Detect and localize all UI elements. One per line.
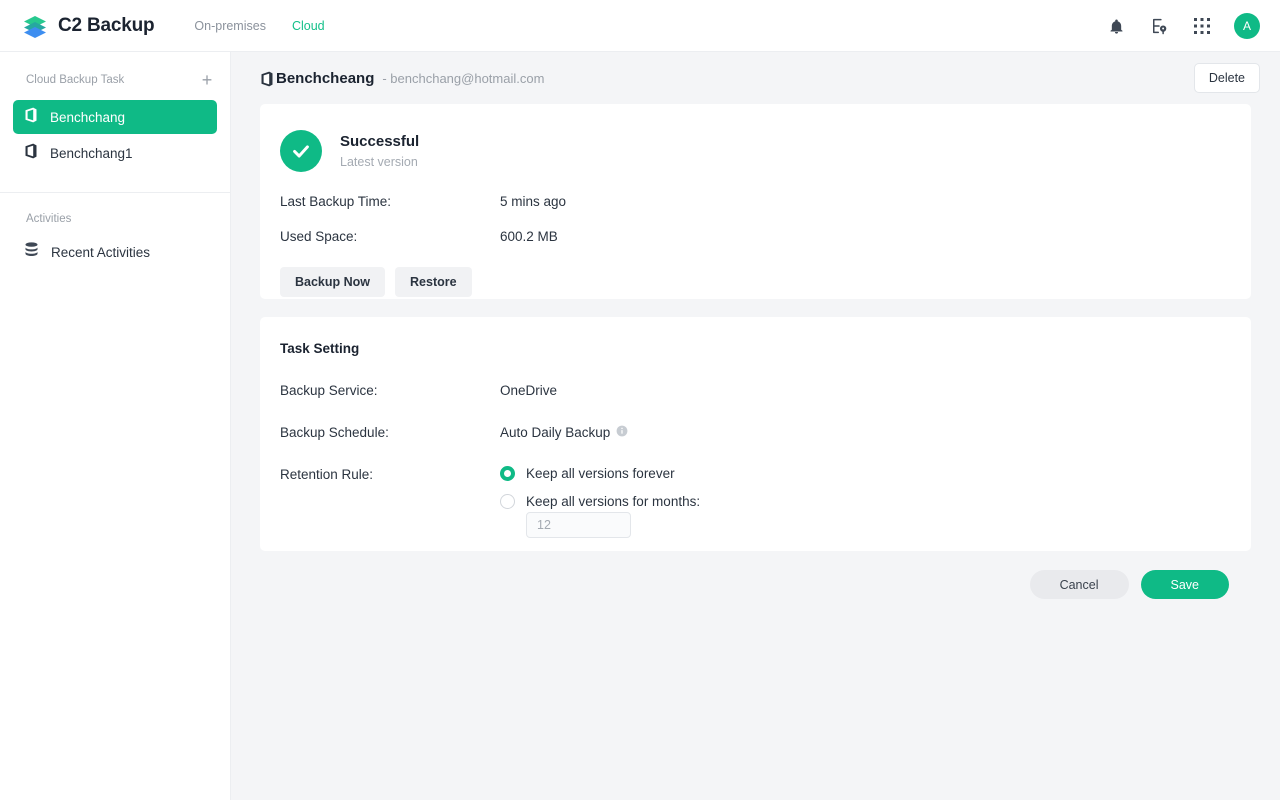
sidebar-section-label: Cloud Backup Task xyxy=(26,74,124,86)
status-summary: Successful Latest version xyxy=(280,130,1251,172)
top-nav: On-premises Cloud xyxy=(194,19,324,33)
status-title: Successful xyxy=(340,133,419,150)
office-icon xyxy=(24,107,38,128)
office-icon xyxy=(24,143,38,164)
status-card: Successful Latest version Last Backup Ti… xyxy=(260,104,1251,299)
sidebar-item-benchchang1[interactable]: Benchchang1 xyxy=(13,136,217,170)
document-location-icon[interactable] xyxy=(1148,15,1170,37)
page-subtitle: - benchchang@hotmail.com xyxy=(382,71,544,86)
task-setting-card: Task Setting Backup Service: OneDrive Ba… xyxy=(260,317,1251,551)
page-title-wrap: Benchcheang - benchchang@hotmail.com xyxy=(276,70,544,87)
row-value: Auto Daily Backup xyxy=(500,425,610,440)
radio-label: Keep all versions for months: xyxy=(526,494,700,509)
months-input[interactable] xyxy=(526,512,631,538)
row-label: Retention Rule: xyxy=(280,466,500,538)
brand: C2 Backup xyxy=(22,13,154,39)
delete-button[interactable]: Delete xyxy=(1194,63,1260,93)
sidebar-section-activities-label: Activities xyxy=(0,193,230,225)
top-bar-actions: A xyxy=(1105,0,1260,52)
field-last-backup-time: Last Backup Time: 5 mins ago xyxy=(280,194,1251,209)
field-value: 5 mins ago xyxy=(500,194,566,209)
sidebar-item-label: Recent Activities xyxy=(51,245,150,260)
office-icon xyxy=(260,71,274,92)
status-texts: Successful Latest version xyxy=(340,133,419,169)
sidebar-item-recent-activities[interactable]: Recent Activities xyxy=(13,235,217,269)
radio-indicator[interactable] xyxy=(500,494,515,509)
field-value: 600.2 MB xyxy=(500,229,558,244)
page-title: Benchcheang xyxy=(276,70,374,87)
field-used-space: Used Space: 600.2 MB xyxy=(280,229,1251,244)
save-button[interactable]: Save xyxy=(1141,570,1230,599)
bell-icon[interactable] xyxy=(1105,15,1127,37)
brand-title: C2 Backup xyxy=(58,15,154,37)
cancel-button[interactable]: Cancel xyxy=(1030,570,1129,599)
row-value-wrap: Auto Daily Backup xyxy=(500,424,628,440)
radio-keep-months-wrap: Keep all versions for months: xyxy=(500,494,700,538)
field-label: Last Backup Time: xyxy=(280,194,500,209)
row-label: Backup Schedule: xyxy=(280,424,500,440)
sidebar-task-list: Benchchang Benchchang1 xyxy=(0,100,230,170)
database-icon xyxy=(24,242,39,263)
status-subtitle: Latest version xyxy=(340,155,419,169)
top-bar: C2 Backup On-premises Cloud A xyxy=(0,0,1280,52)
row-retention-rule: Retention Rule: Keep all versions foreve… xyxy=(280,466,1251,538)
avatar[interactable]: A xyxy=(1234,13,1260,39)
status-actions: Backup Now Restore xyxy=(280,267,1251,297)
sidebar-activities-list: Recent Activities xyxy=(0,235,230,269)
sidebar-item-label: Benchchang xyxy=(50,110,125,125)
retention-radio-group: Keep all versions forever Keep all versi… xyxy=(500,466,700,538)
radio-keep-forever[interactable]: Keep all versions forever xyxy=(500,466,700,481)
restore-button[interactable]: Restore xyxy=(395,267,472,297)
app-shell: Cloud Backup Task + Benchchang xyxy=(0,52,1280,800)
sidebar: Cloud Backup Task + Benchchang xyxy=(0,52,231,800)
field-label: Used Space: xyxy=(280,229,500,244)
row-backup-service: Backup Service: OneDrive xyxy=(280,382,1251,398)
row-backup-schedule: Backup Schedule: Auto Daily Backup xyxy=(280,424,1251,440)
main-content: Benchcheang - benchchang@hotmail.com Del… xyxy=(231,52,1280,800)
nav-link-cloud[interactable]: Cloud xyxy=(292,19,325,33)
info-icon[interactable] xyxy=(616,425,628,440)
row-label: Backup Service: xyxy=(280,382,500,398)
apps-grid-icon[interactable] xyxy=(1191,15,1213,37)
backup-now-button[interactable]: Backup Now xyxy=(280,267,385,297)
row-value: OneDrive xyxy=(500,382,557,398)
page-header: Benchcheang - benchchang@hotmail.com Del… xyxy=(231,52,1280,104)
add-task-button[interactable]: + xyxy=(198,71,216,89)
sidebar-item-label: Benchchang1 xyxy=(50,146,133,161)
nav-link-on-premises[interactable]: On-premises xyxy=(194,19,266,33)
task-setting-title: Task Setting xyxy=(280,341,1251,356)
sidebar-section-cloud-backup-task: Cloud Backup Task + xyxy=(0,68,230,92)
radio-label: Keep all versions forever xyxy=(526,466,675,481)
layers-logo-icon xyxy=(22,13,48,39)
sidebar-item-benchchang[interactable]: Benchchang xyxy=(13,100,217,134)
radio-keep-months[interactable]: Keep all versions for months: xyxy=(500,494,700,509)
form-actions: Cancel Save xyxy=(231,570,1229,599)
radio-indicator-selected[interactable] xyxy=(500,466,515,481)
check-circle-icon xyxy=(280,130,322,172)
